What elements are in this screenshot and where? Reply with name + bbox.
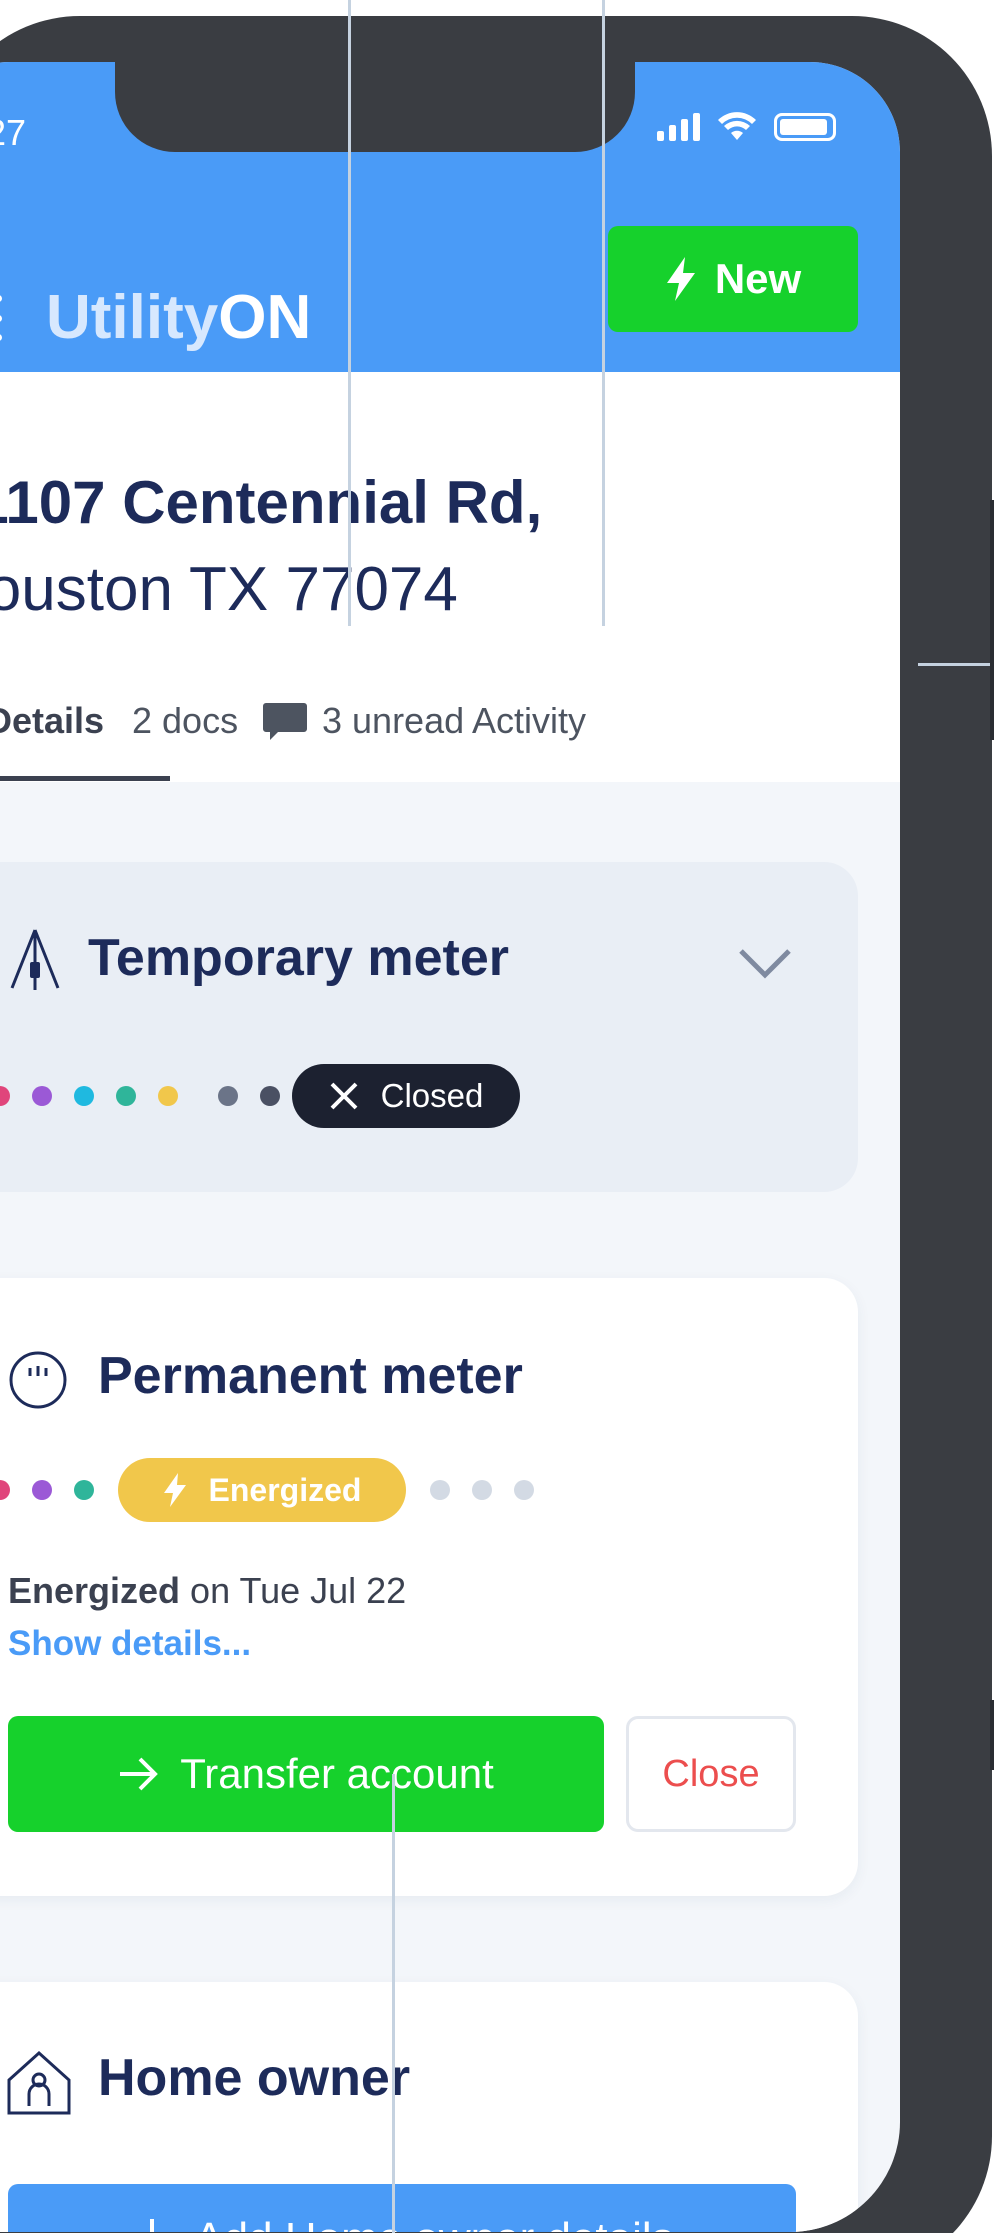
annotation-guide-line bbox=[602, 0, 605, 626]
close-x-icon bbox=[330, 1082, 358, 1110]
tab-details-label: Details bbox=[0, 700, 105, 741]
pending-dot bbox=[430, 1480, 450, 1500]
tab-bar: Details 2 docs 3 unread Activity bbox=[0, 700, 900, 782]
phone-frame: 9:27 UtilityON bbox=[0, 16, 992, 2233]
energized-status-label: Energized bbox=[208, 1471, 362, 1508]
arrow-right-icon bbox=[120, 1757, 159, 1791]
progress-dot bbox=[32, 1086, 52, 1106]
phone-notch bbox=[115, 62, 635, 152]
permanent-meter-title: Permanent meter bbox=[98, 1347, 523, 1405]
tab-activity-label: Activity bbox=[472, 700, 587, 741]
add-home-owner-label: Add Home owner details bbox=[194, 2214, 673, 2232]
home-owner-card: Home owner Add Home owner details bbox=[0, 1982, 858, 2232]
annotation-guide-line bbox=[348, 0, 351, 626]
progress-dot bbox=[218, 1086, 238, 1106]
chat-bubble-icon bbox=[263, 703, 307, 740]
progress-dot bbox=[0, 1480, 10, 1500]
progress-dot bbox=[32, 1480, 52, 1500]
progress-dot bbox=[158, 1086, 178, 1106]
tab-messages[interactable]: 3 unread bbox=[262, 700, 464, 742]
pending-dot bbox=[472, 1480, 492, 1500]
progress-dot bbox=[74, 1480, 94, 1500]
lightning-icon bbox=[163, 1473, 186, 1507]
tab-docs-label: 2 docs bbox=[132, 700, 239, 741]
closed-status-label: Closed bbox=[380, 1077, 484, 1114]
lightning-icon bbox=[666, 257, 695, 301]
show-details-link[interactable]: Show details... bbox=[8, 1624, 251, 1664]
tab-details[interactable]: Details bbox=[0, 700, 104, 742]
home-owner-title: Home owner bbox=[98, 2049, 411, 2107]
chevron-down-icon[interactable] bbox=[738, 948, 792, 980]
annotation-guide-line bbox=[392, 1774, 395, 2233]
closed-status-badge: Closed bbox=[292, 1064, 520, 1128]
app-header: 9:27 UtilityON bbox=[0, 62, 900, 372]
status-detail-bold: Energized bbox=[8, 1570, 181, 1611]
close-meter-button[interactable]: Close bbox=[626, 1716, 796, 1832]
energized-date-text: Energized on Tue Jul 22 bbox=[8, 1570, 406, 1612]
battery-icon bbox=[774, 113, 836, 141]
plus-icon bbox=[150, 2219, 155, 2232]
add-home-owner-button[interactable]: Add Home owner details bbox=[8, 2184, 796, 2232]
tab-messages-label: 3 unread bbox=[322, 700, 465, 741]
annotation-guide-line bbox=[918, 663, 994, 666]
temporary-meter-title: Temporary meter bbox=[88, 929, 509, 987]
phone-side-button bbox=[990, 500, 994, 740]
utilityon-logo: UtilityON bbox=[46, 283, 312, 352]
status-detail-rest: on Tue Jul 22 bbox=[180, 1570, 407, 1611]
pending-dot bbox=[514, 1480, 534, 1500]
energized-status-badge: Energized bbox=[118, 1458, 406, 1522]
new-button-label: New bbox=[714, 255, 802, 302]
address-line-2: Houston TX 77074 bbox=[0, 555, 458, 624]
transfer-account-label: Transfer account bbox=[180, 1750, 494, 1797]
app-screen: 9:27 UtilityON bbox=[0, 62, 900, 2232]
address-line-1: 41107 Centennial Rd, bbox=[0, 469, 543, 536]
progress-dot bbox=[260, 1086, 280, 1106]
active-tab-indicator bbox=[0, 776, 170, 781]
status-time: 9:27 bbox=[0, 112, 27, 153]
wifi-icon bbox=[718, 112, 756, 140]
progress-dot bbox=[74, 1086, 94, 1106]
menu-icon[interactable] bbox=[0, 295, 2, 341]
tab-activity[interactable]: Activity bbox=[472, 700, 586, 742]
phone-mockup-stage: 9:27 UtilityON bbox=[0, 0, 994, 2233]
house-person-icon bbox=[7, 2050, 71, 2115]
new-button[interactable]: New bbox=[608, 226, 858, 332]
tab-docs[interactable]: 2 docs bbox=[132, 700, 238, 742]
progress-dot bbox=[0, 1086, 10, 1106]
cellular-signal-icon bbox=[657, 113, 700, 141]
transfer-account-button[interactable]: Transfer account bbox=[8, 1716, 604, 1832]
progress-dot bbox=[116, 1086, 136, 1106]
close-meter-label: Close bbox=[662, 1752, 760, 1795]
status-icons bbox=[657, 112, 836, 142]
phone-side-button bbox=[990, 1700, 994, 1770]
utility-pole-icon bbox=[10, 929, 60, 990]
address-section: 41107 Centennial Rd, Houston TX 77074 De… bbox=[0, 372, 900, 782]
meter-gauge-icon bbox=[9, 1351, 67, 1409]
permanent-meter-card: Permanent meter Energized Energized on T… bbox=[0, 1278, 858, 1896]
temporary-meter-card[interactable]: Temporary meter Closed bbox=[0, 862, 858, 1192]
